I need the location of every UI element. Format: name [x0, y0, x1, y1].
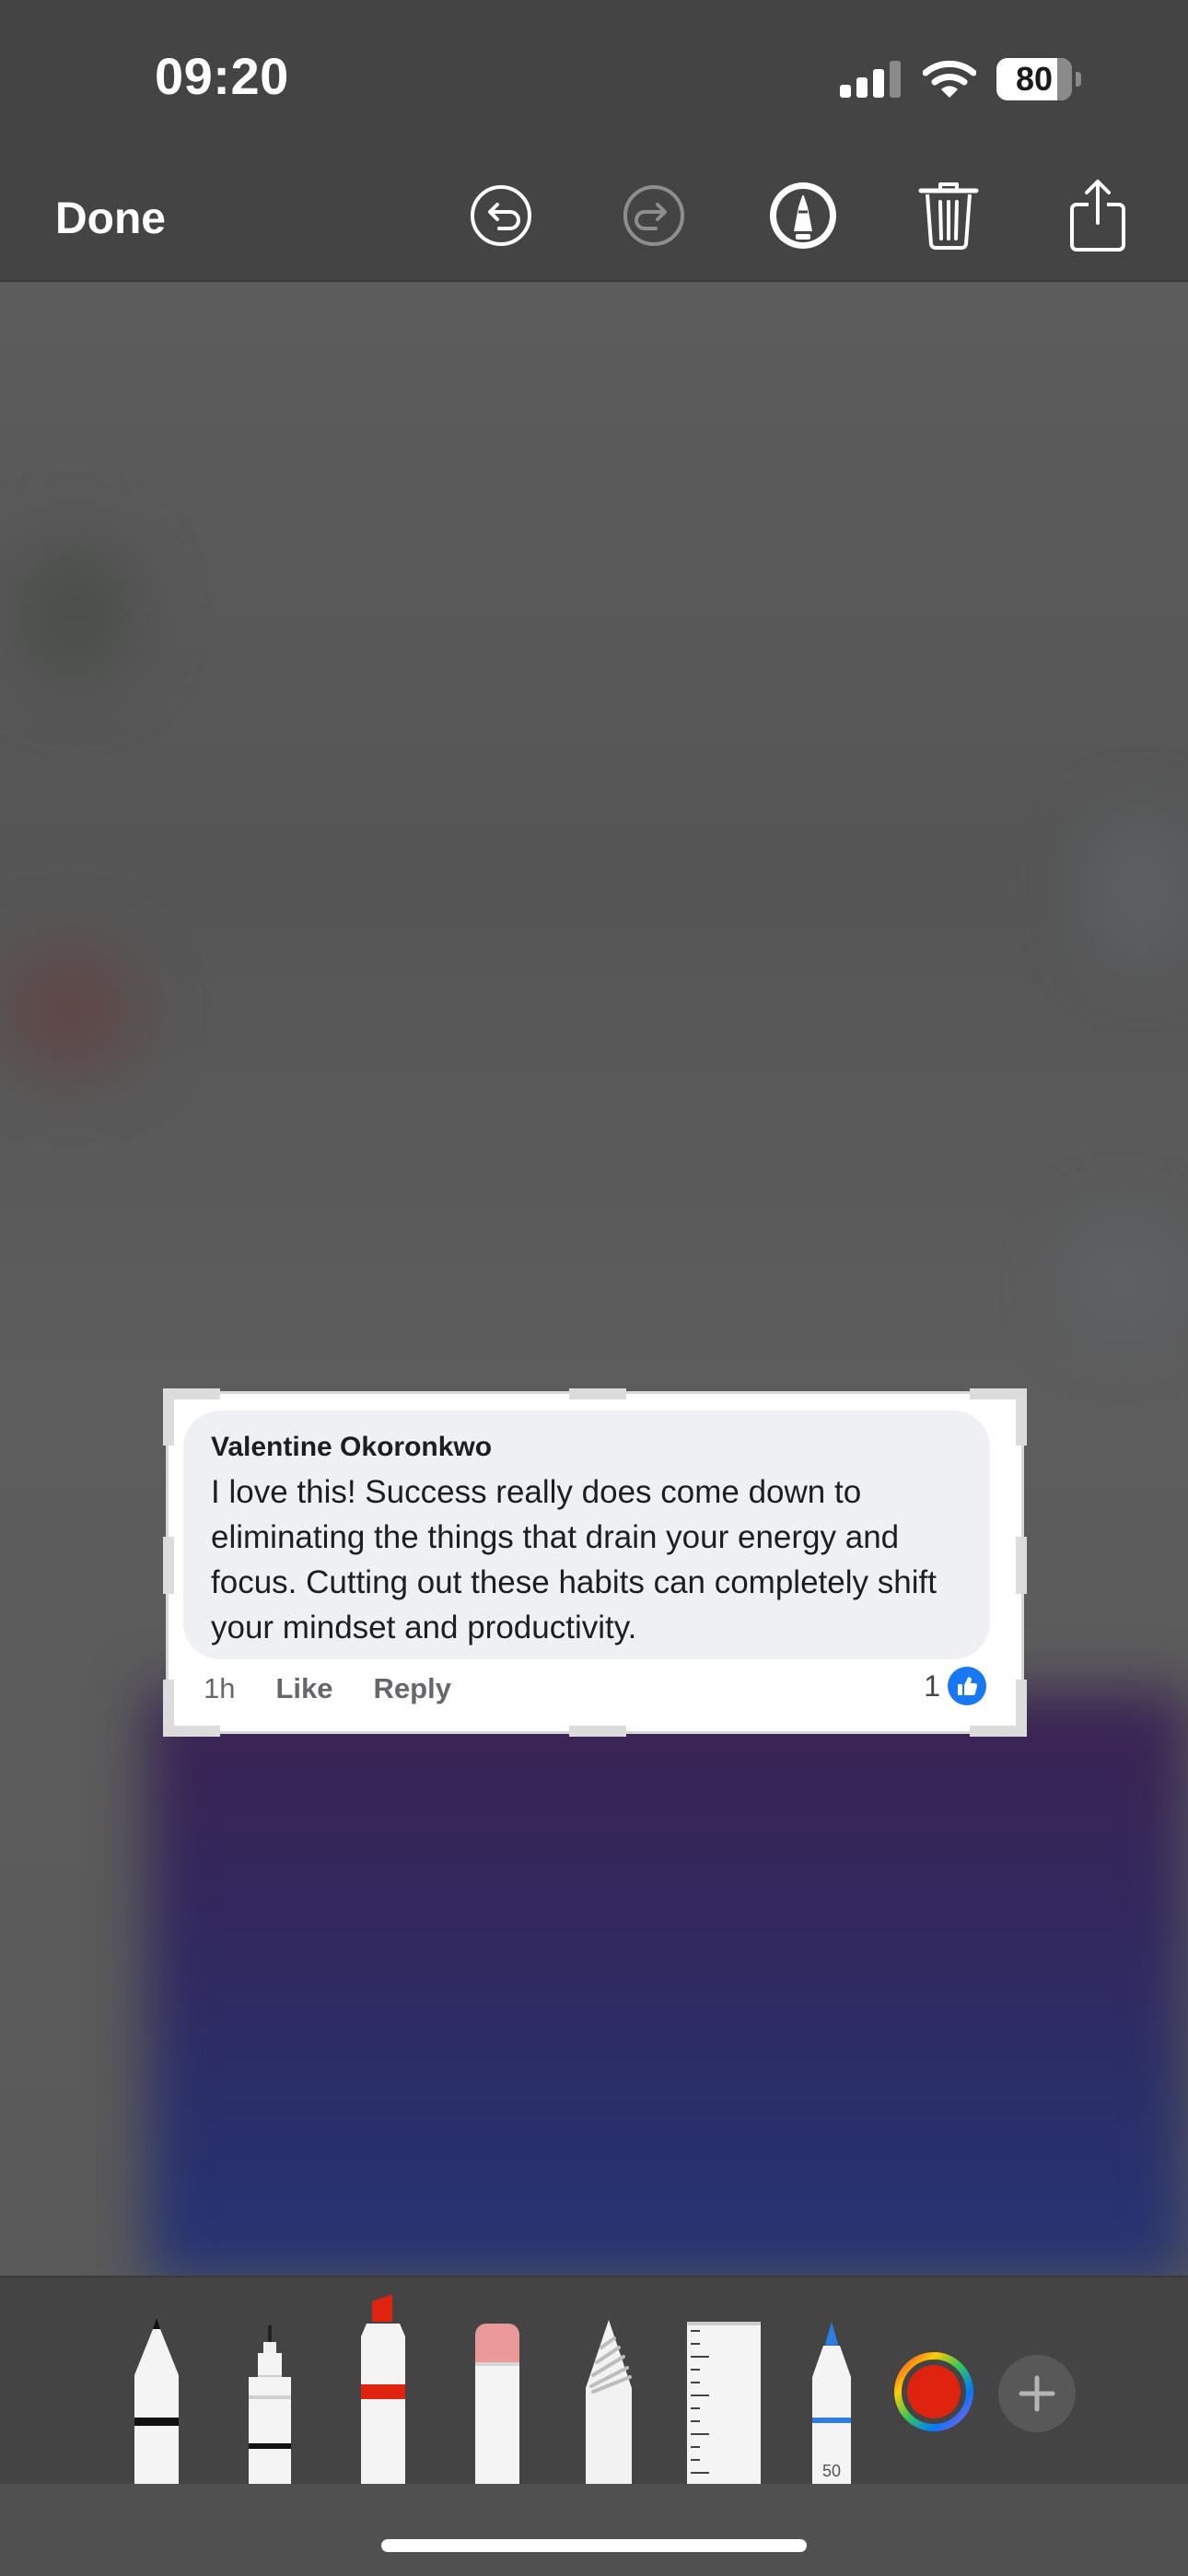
thumbs-up-icon [948, 1667, 986, 1705]
wifi-icon [922, 60, 977, 99]
like-link[interactable]: Like [275, 1672, 332, 1705]
redo-icon [622, 183, 686, 252]
pen-tool[interactable] [131, 2318, 182, 2484]
markup-pen-icon [766, 179, 840, 257]
comment-time: 1h [204, 1672, 236, 1704]
comment-selection[interactable]: Valentine Okoronkwo I love this! Success… [163, 1388, 1027, 1737]
blurred-background [9, 540, 138, 687]
crayon-width-label: 50 [821, 2462, 842, 2480]
color-picker[interactable] [893, 2351, 974, 2432]
redo-button[interactable] [617, 181, 691, 254]
resize-handle[interactable] [163, 1537, 174, 1594]
comment-bubble: Valentine Okoronkwo I love this! Success… [183, 1411, 990, 1659]
add-icon [998, 2355, 1076, 2436]
markup-button[interactable] [766, 181, 840, 254]
blurred-background [1068, 1222, 1179, 1332]
marker-tool[interactable] [359, 2294, 407, 2484]
undo-icon [469, 183, 533, 252]
blurred-background [1087, 816, 1188, 964]
ruler-icon [687, 2322, 761, 2484]
home-bar [0, 2484, 1188, 2576]
comment-actions: 1h Like Reply [204, 1672, 451, 1705]
color-picker-icon [893, 2352, 974, 2436]
resize-handle[interactable] [163, 1388, 174, 1446]
add-tool-button[interactable] [998, 2355, 1076, 2432]
undo-button[interactable] [464, 181, 538, 254]
top-bar: 09:20 80 Done [0, 0, 1188, 282]
like-count: 1 [924, 1669, 940, 1703]
blurred-background [0, 945, 138, 1074]
done-button[interactable]: Done [55, 193, 166, 244]
share-button[interactable] [1061, 179, 1135, 257]
resize-handle[interactable] [163, 1680, 174, 1737]
resize-handle[interactable] [1016, 1537, 1027, 1594]
pen-icon [131, 2318, 182, 2484]
resize-handle[interactable] [1016, 1680, 1027, 1737]
cellular-signal-icon [840, 61, 901, 98]
markup-canvas[interactable]: Valentine Okoronkwo I love this! Success… [0, 282, 1188, 2276]
reaction-count[interactable]: 1 [924, 1667, 986, 1705]
lasso-tool[interactable] [584, 2320, 634, 2484]
resize-handle[interactable] [1016, 1388, 1027, 1446]
status-icons: 80 [840, 53, 1081, 105]
share-icon [1069, 179, 1126, 257]
eraser-tool[interactable] [473, 2322, 521, 2484]
monoline-tool[interactable] [247, 2325, 293, 2484]
reply-link[interactable]: Reply [374, 1672, 451, 1705]
battery-level: 80 [1015, 60, 1054, 98]
marker-icon [359, 2294, 407, 2484]
status-time: 09:20 [155, 47, 289, 105]
resize-handle[interactable] [569, 1726, 626, 1737]
monoline-icon [247, 2325, 293, 2484]
lasso-icon [584, 2320, 634, 2484]
resize-handle[interactable] [569, 1388, 626, 1399]
ruler-tool[interactable] [687, 2322, 761, 2484]
home-indicator[interactable] [381, 2539, 807, 2552]
comment-author: Valentine Okoronkwo [211, 1432, 493, 1462]
battery-icon: 80 [996, 58, 1081, 100]
comment-text: I love this! Success really does come do… [211, 1474, 937, 1645]
tool-palette: 50 [0, 2276, 1188, 2484]
blurred-image [147, 1692, 1188, 2276]
eraser-icon [473, 2324, 521, 2484]
trash-icon [918, 181, 979, 254]
crayon-tool[interactable]: 50 [810, 2322, 853, 2484]
delete-button[interactable] [912, 181, 985, 254]
